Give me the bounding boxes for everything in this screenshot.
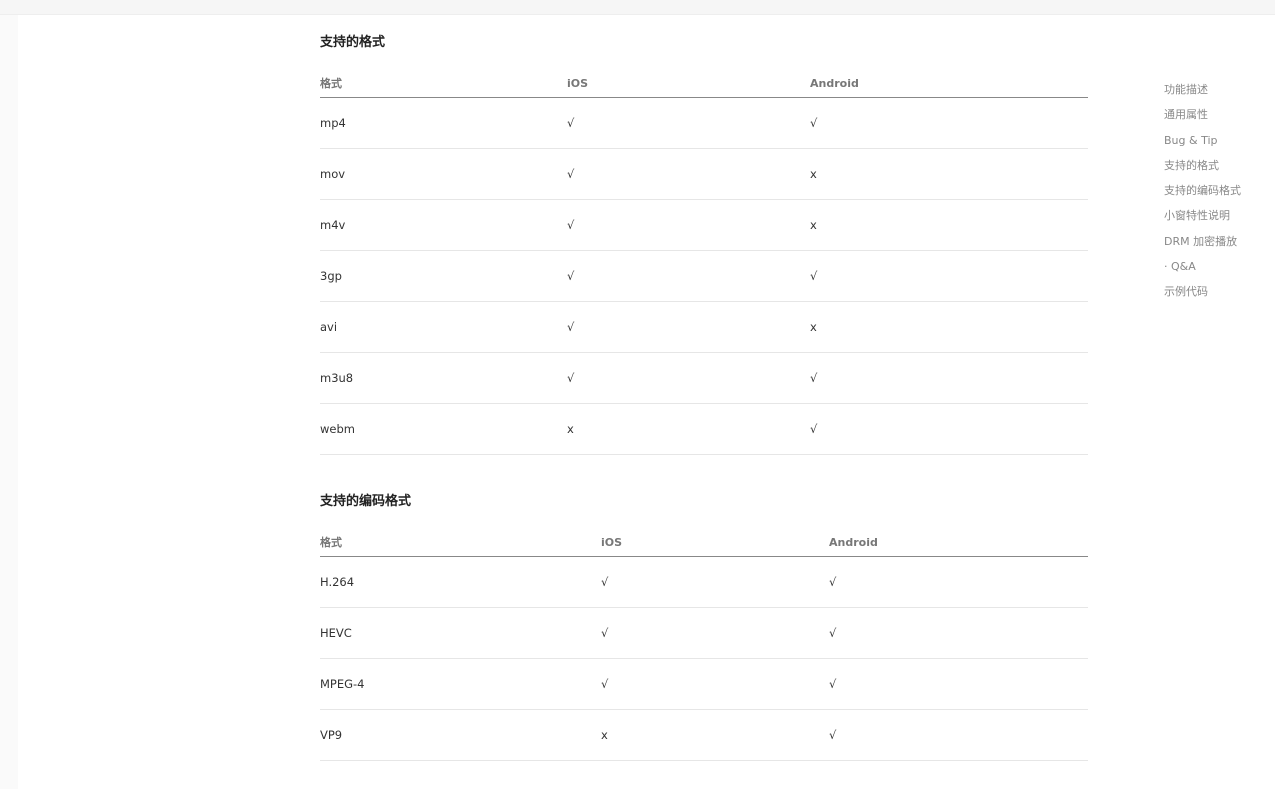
left-sidebar-gutter (0, 15, 18, 789)
table-row: mov √ x (320, 148, 1088, 200)
table-of-contents: 功能描述 通用属性 Bug & Tip 支持的格式 支持的编码格式 小窗特性说明… (1164, 80, 1274, 308)
codec-cell: H.264 (320, 556, 601, 608)
table-row: avi √ x (320, 301, 1088, 353)
android-support-cell: x (810, 199, 1088, 251)
header-android: Android (810, 69, 1088, 98)
table-row: webm x √ (320, 403, 1088, 455)
toc-item-feature-description[interactable]: 功能描述 (1164, 80, 1274, 105)
toc-item-qa[interactable]: · Q&A (1164, 257, 1274, 282)
format-cell: mov (320, 148, 567, 200)
table-row: m4v √ x (320, 199, 1088, 251)
android-support-cell: √ (810, 97, 1088, 149)
table-row: mp4 √ √ (320, 97, 1088, 149)
supported-codecs-section: 支持的编码格式 格式 iOS Android H.264 √ √ HEVC √ (320, 490, 1088, 761)
android-support-cell: √ (829, 607, 1088, 659)
toc-item-drm-playback[interactable]: DRM 加密播放 (1164, 232, 1274, 257)
table-row: m3u8 √ √ (320, 352, 1088, 404)
format-cell: webm (320, 403, 567, 455)
toc-item-common-properties[interactable]: 通用属性 (1164, 105, 1274, 130)
ios-support-cell: √ (601, 556, 829, 608)
toc-item-supported-formats[interactable]: 支持的格式 (1164, 156, 1274, 181)
table-row: MPEG-4 √ √ (320, 658, 1088, 710)
header-format: 格式 (320, 69, 567, 98)
codec-cell: VP9 (320, 709, 601, 761)
header-ios: iOS (567, 69, 810, 98)
section-title-supported-formats: 支持的格式 (320, 35, 386, 50)
ios-support-cell: √ (567, 148, 810, 200)
table-header-row: 格式 iOS Android (320, 69, 1088, 98)
top-bar (0, 0, 1275, 15)
section-title-supported-codecs: 支持的编码格式 (320, 494, 412, 509)
header-ios: iOS (601, 528, 829, 557)
ios-support-cell: √ (567, 250, 810, 302)
table-header-row: 格式 iOS Android (320, 528, 1088, 557)
ios-support-cell: √ (601, 658, 829, 710)
format-cell: m3u8 (320, 352, 567, 404)
supported-formats-table: 格式 iOS Android mp4 √ √ mov √ x m4v √ x 3… (320, 69, 1088, 455)
codec-cell: HEVC (320, 607, 601, 659)
toc-item-supported-codecs[interactable]: 支持的编码格式 (1164, 181, 1274, 206)
toc-item-pip-features[interactable]: 小窗特性说明 (1164, 206, 1274, 231)
android-support-cell: √ (810, 250, 1088, 302)
table-row: HEVC √ √ (320, 607, 1088, 659)
format-cell: 3gp (320, 250, 567, 302)
format-cell: avi (320, 301, 567, 353)
table-row: H.264 √ √ (320, 556, 1088, 608)
table-row: 3gp √ √ (320, 250, 1088, 302)
ios-support-cell: √ (601, 607, 829, 659)
ios-support-cell: √ (567, 352, 810, 404)
android-support-cell: √ (810, 403, 1088, 455)
format-cell: m4v (320, 199, 567, 251)
supported-codecs-table: 格式 iOS Android H.264 √ √ HEVC √ √ MPEG-4 (320, 528, 1088, 761)
toc-item-sample-code[interactable]: 示例代码 (1164, 282, 1274, 307)
android-support-cell: √ (829, 556, 1088, 608)
toc-item-bug-tip[interactable]: Bug & Tip (1164, 131, 1274, 156)
android-support-cell: √ (829, 709, 1088, 761)
ios-support-cell: x (567, 403, 810, 455)
android-support-cell: √ (810, 352, 1088, 404)
format-cell: mp4 (320, 97, 567, 149)
header-android: Android (829, 528, 1088, 557)
supported-formats-section: 支持的格式 格式 iOS Android mp4 √ √ mov √ x m4v… (320, 31, 1088, 455)
android-support-cell: √ (829, 658, 1088, 710)
ios-support-cell: √ (567, 199, 810, 251)
ios-support-cell: √ (567, 301, 810, 353)
codec-cell: MPEG-4 (320, 658, 601, 710)
table-row: VP9 x √ (320, 709, 1088, 761)
ios-support-cell: x (601, 709, 829, 761)
ios-support-cell: √ (567, 97, 810, 149)
android-support-cell: x (810, 301, 1088, 353)
header-format: 格式 (320, 528, 601, 557)
android-support-cell: x (810, 148, 1088, 200)
